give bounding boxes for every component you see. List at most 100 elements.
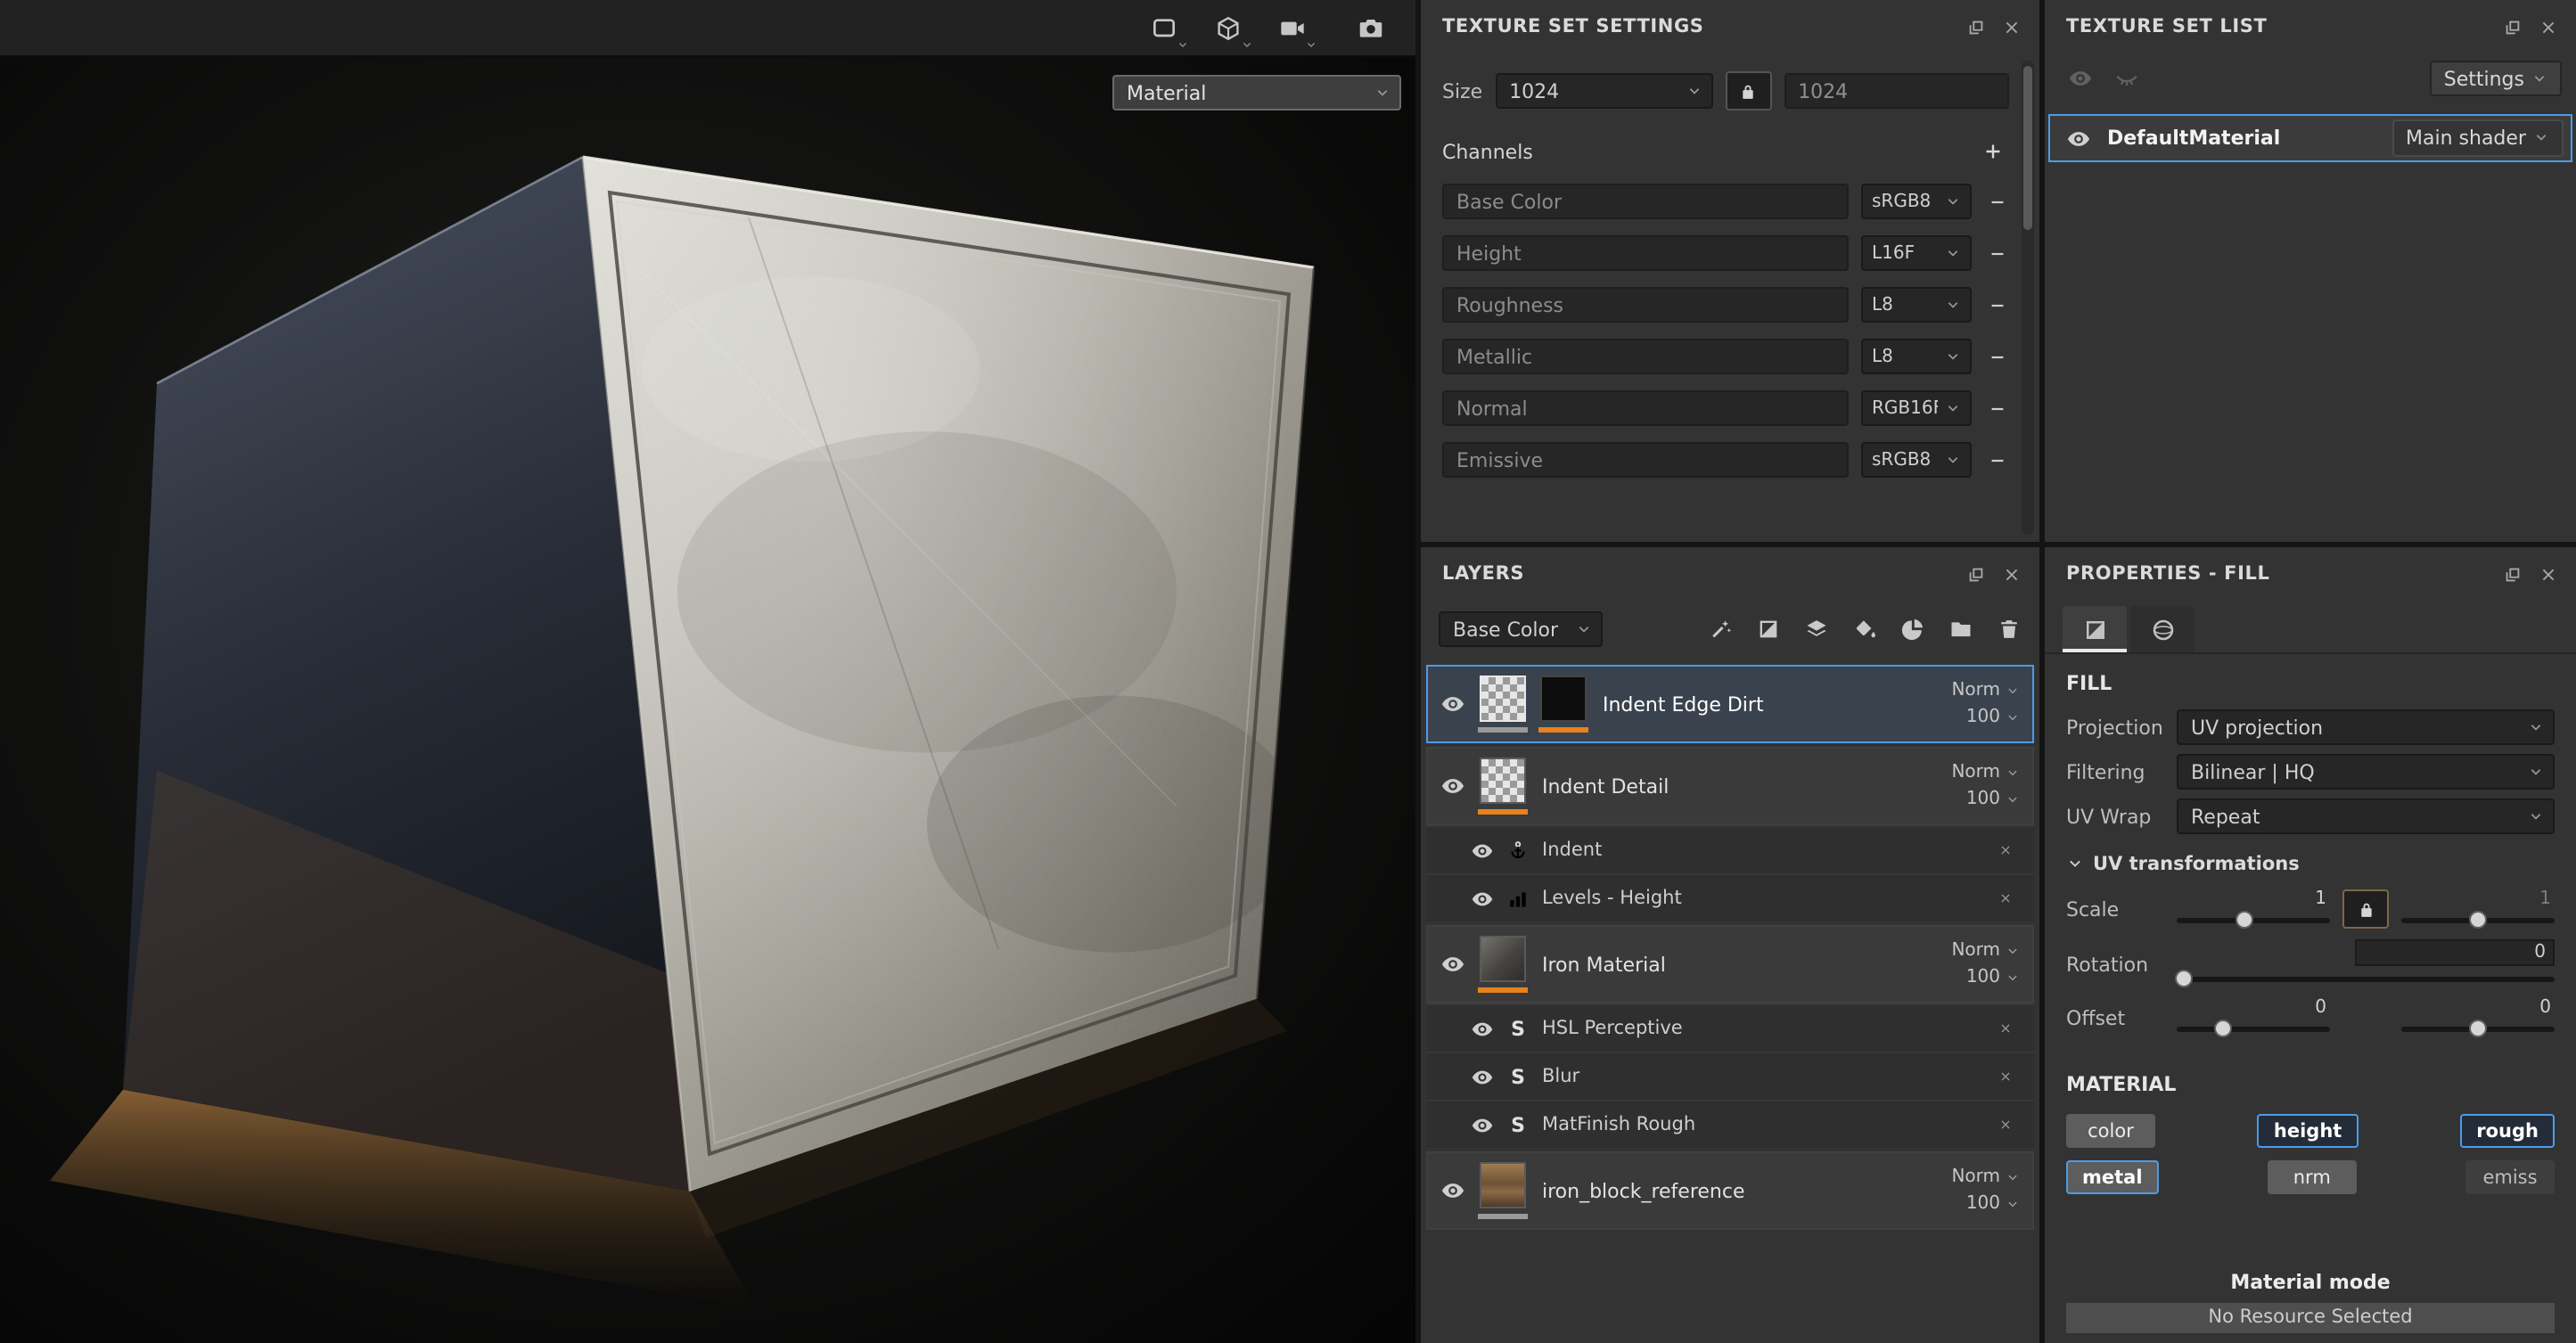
magic-wand-icon[interactable] bbox=[1704, 613, 1736, 645]
float-panel-icon[interactable] bbox=[1957, 556, 1993, 592]
remove-channel-icon[interactable] bbox=[1984, 347, 2009, 366]
viewport-3d[interactable]: Material bbox=[0, 0, 1415, 1343]
shelf-display-icon[interactable] bbox=[1137, 4, 1191, 51]
visibility-eye-icon[interactable] bbox=[1469, 1110, 1494, 1139]
effect-row-matfinish-rough[interactable]: S MatFinish Rough bbox=[1426, 1100, 2034, 1148]
tab-fill-properties[interactable] bbox=[2063, 606, 2127, 652]
filtering-dropdown[interactable]: Bilinear | HQ bbox=[2177, 754, 2555, 790]
opacity-dropdown[interactable]: 100 bbox=[1966, 968, 2020, 987]
photo-camera-icon[interactable] bbox=[1344, 4, 1398, 51]
add-folder-icon[interactable] bbox=[1945, 613, 1977, 645]
close-panel-icon[interactable] bbox=[2530, 9, 2565, 45]
scrollbar-thumb[interactable] bbox=[2023, 66, 2032, 230]
layer-content-thumbnail[interactable] bbox=[1480, 1162, 1526, 1208]
size-dropdown[interactable]: 1024 bbox=[1495, 73, 1712, 109]
remove-channel-icon[interactable] bbox=[1984, 192, 2009, 211]
effect-row-levels-height[interactable]: Levels - Height bbox=[1426, 873, 2034, 921]
layer-row-iron-block-reference[interactable]: iron_block_reference Norm 100 bbox=[1426, 1151, 2034, 1230]
trash-icon[interactable] bbox=[1993, 613, 2025, 645]
scrollbar-track[interactable] bbox=[2022, 61, 2034, 535]
channel-format-dropdown[interactable]: L16F bbox=[1861, 235, 1972, 271]
visibility-eye-icon[interactable] bbox=[1439, 950, 1467, 979]
offset-x-slider[interactable] bbox=[2177, 1027, 2330, 1032]
blend-mode-dropdown[interactable]: Norm bbox=[1951, 941, 2020, 961]
visibility-eye-icon[interactable] bbox=[1469, 884, 1494, 913]
channel-toggle-height[interactable]: height bbox=[2258, 1114, 2358, 1148]
channel-format-dropdown[interactable]: sRGB8 bbox=[1861, 442, 1972, 478]
size-linked-field[interactable]: 1024 bbox=[1784, 73, 2009, 109]
blend-mode-dropdown[interactable]: Norm bbox=[1951, 763, 2020, 782]
layer-row-iron-material[interactable]: Iron Material Norm 100 bbox=[1426, 925, 2034, 1003]
channel-format-dropdown[interactable]: L8 bbox=[1861, 287, 1972, 323]
channel-format-dropdown[interactable]: RGB16F bbox=[1861, 390, 1972, 426]
visibility-eye-icon[interactable] bbox=[1439, 772, 1467, 800]
channel-name-field[interactable]: Base Color bbox=[1442, 184, 1849, 219]
channel-format-dropdown[interactable]: L8 bbox=[1861, 339, 1972, 374]
channel-name-field[interactable]: Roughness bbox=[1442, 287, 1849, 323]
visibility-eye-icon[interactable] bbox=[1439, 1176, 1467, 1205]
solo-eye-icon[interactable] bbox=[2112, 64, 2141, 93]
slider-handle[interactable] bbox=[2469, 911, 2487, 929]
add-channel-icon[interactable] bbox=[1977, 135, 2009, 168]
remove-channel-icon[interactable] bbox=[1984, 398, 2009, 418]
layers-channel-filter-dropdown[interactable]: Base Color bbox=[1439, 611, 1603, 647]
remove-effect-icon[interactable] bbox=[1993, 838, 2018, 863]
layer-content-thumbnail[interactable] bbox=[1540, 676, 1587, 722]
rotation-slider[interactable] bbox=[2177, 977, 2555, 982]
slider-handle[interactable] bbox=[2469, 1020, 2487, 1037]
layer-row-indent-detail[interactable]: Indent Detail Norm 100 bbox=[1426, 747, 2034, 825]
opacity-dropdown[interactable]: 100 bbox=[1966, 790, 2020, 809]
tab-material-properties[interactable] bbox=[2130, 606, 2195, 652]
remove-channel-icon[interactable] bbox=[1984, 243, 2009, 263]
texture-set-row-defaultmaterial[interactable]: DefaultMaterial Main shader bbox=[2048, 114, 2572, 162]
float-panel-icon[interactable] bbox=[2494, 9, 2530, 45]
scale-link-lock-icon[interactable] bbox=[2342, 889, 2389, 929]
layer-mask-thumbnail[interactable] bbox=[1480, 676, 1526, 722]
show-all-eye-icon[interactable] bbox=[2066, 64, 2095, 93]
remove-effect-icon[interactable] bbox=[1993, 1016, 2018, 1041]
float-panel-icon[interactable] bbox=[1957, 9, 1993, 45]
projection-dropdown[interactable]: UV projection bbox=[2177, 709, 2555, 745]
scale-x-slider[interactable] bbox=[2177, 918, 2330, 923]
add-layer-icon[interactable] bbox=[1801, 613, 1833, 645]
channel-toggle-emiss[interactable]: emiss bbox=[2465, 1160, 2555, 1194]
remove-effect-icon[interactable] bbox=[1993, 1064, 2018, 1089]
layer-row-indent-edge-dirt[interactable]: Indent Edge Dirt Norm 100 bbox=[1426, 665, 2034, 743]
channel-format-dropdown[interactable]: sRGB8 bbox=[1861, 184, 1972, 219]
video-camera-icon[interactable] bbox=[1266, 4, 1319, 51]
blend-mode-dropdown[interactable]: Norm bbox=[1951, 1167, 2020, 1187]
channel-name-field[interactable]: Normal bbox=[1442, 390, 1849, 426]
channel-toggle-rough[interactable]: rough bbox=[2460, 1114, 2555, 1148]
visibility-eye-icon[interactable] bbox=[1469, 836, 1494, 864]
uv-transformations-toggle[interactable]: UV transformations bbox=[2066, 854, 2555, 875]
remove-effect-icon[interactable] bbox=[1993, 1112, 2018, 1137]
channel-name-field[interactable]: Emissive bbox=[1442, 442, 1849, 478]
scale-y-slider[interactable] bbox=[2401, 918, 2555, 923]
viewport-material-mode-dropdown[interactable]: Material bbox=[1112, 75, 1401, 111]
effect-row-hsl-perceptive[interactable]: S HSL Perceptive bbox=[1426, 1003, 2034, 1052]
close-panel-icon[interactable] bbox=[1993, 9, 2029, 45]
effect-row-indent[interactable]: Indent bbox=[1426, 825, 2034, 873]
float-panel-icon[interactable] bbox=[2494, 556, 2530, 592]
shader-dropdown-button[interactable]: Main shader bbox=[2391, 119, 2564, 157]
material-resource-slot[interactable]: No Resource Selected bbox=[2066, 1302, 2555, 1332]
channel-name-field[interactable]: Height bbox=[1442, 235, 1849, 271]
blend-mode-dropdown[interactable]: Norm bbox=[1951, 681, 2020, 700]
close-panel-icon[interactable] bbox=[1993, 556, 2029, 592]
layer-content-thumbnail[interactable] bbox=[1480, 757, 1526, 804]
close-panel-icon[interactable] bbox=[2530, 556, 2565, 592]
paint-bucket-icon[interactable] bbox=[1849, 613, 1881, 645]
3d-cube-icon[interactable] bbox=[1202, 4, 1255, 51]
channel-toggle-metal[interactable]: metal bbox=[2066, 1160, 2159, 1194]
fill-layer-icon[interactable] bbox=[1752, 613, 1784, 645]
visibility-eye-icon[interactable] bbox=[2064, 124, 2093, 152]
3d-scene-metal-cube[interactable] bbox=[0, 57, 1415, 1343]
slider-handle[interactable] bbox=[2236, 911, 2253, 929]
remove-channel-icon[interactable] bbox=[1984, 450, 2009, 470]
slider-handle[interactable] bbox=[2214, 1020, 2232, 1037]
channel-toggle-nrm[interactable]: nrm bbox=[2268, 1160, 2357, 1194]
visibility-eye-icon[interactable] bbox=[1469, 1062, 1494, 1091]
effects-pie-icon[interactable] bbox=[1897, 613, 1929, 645]
visibility-eye-icon[interactable] bbox=[1469, 1014, 1494, 1043]
rotation-value-field[interactable]: 0 bbox=[2355, 939, 2555, 966]
